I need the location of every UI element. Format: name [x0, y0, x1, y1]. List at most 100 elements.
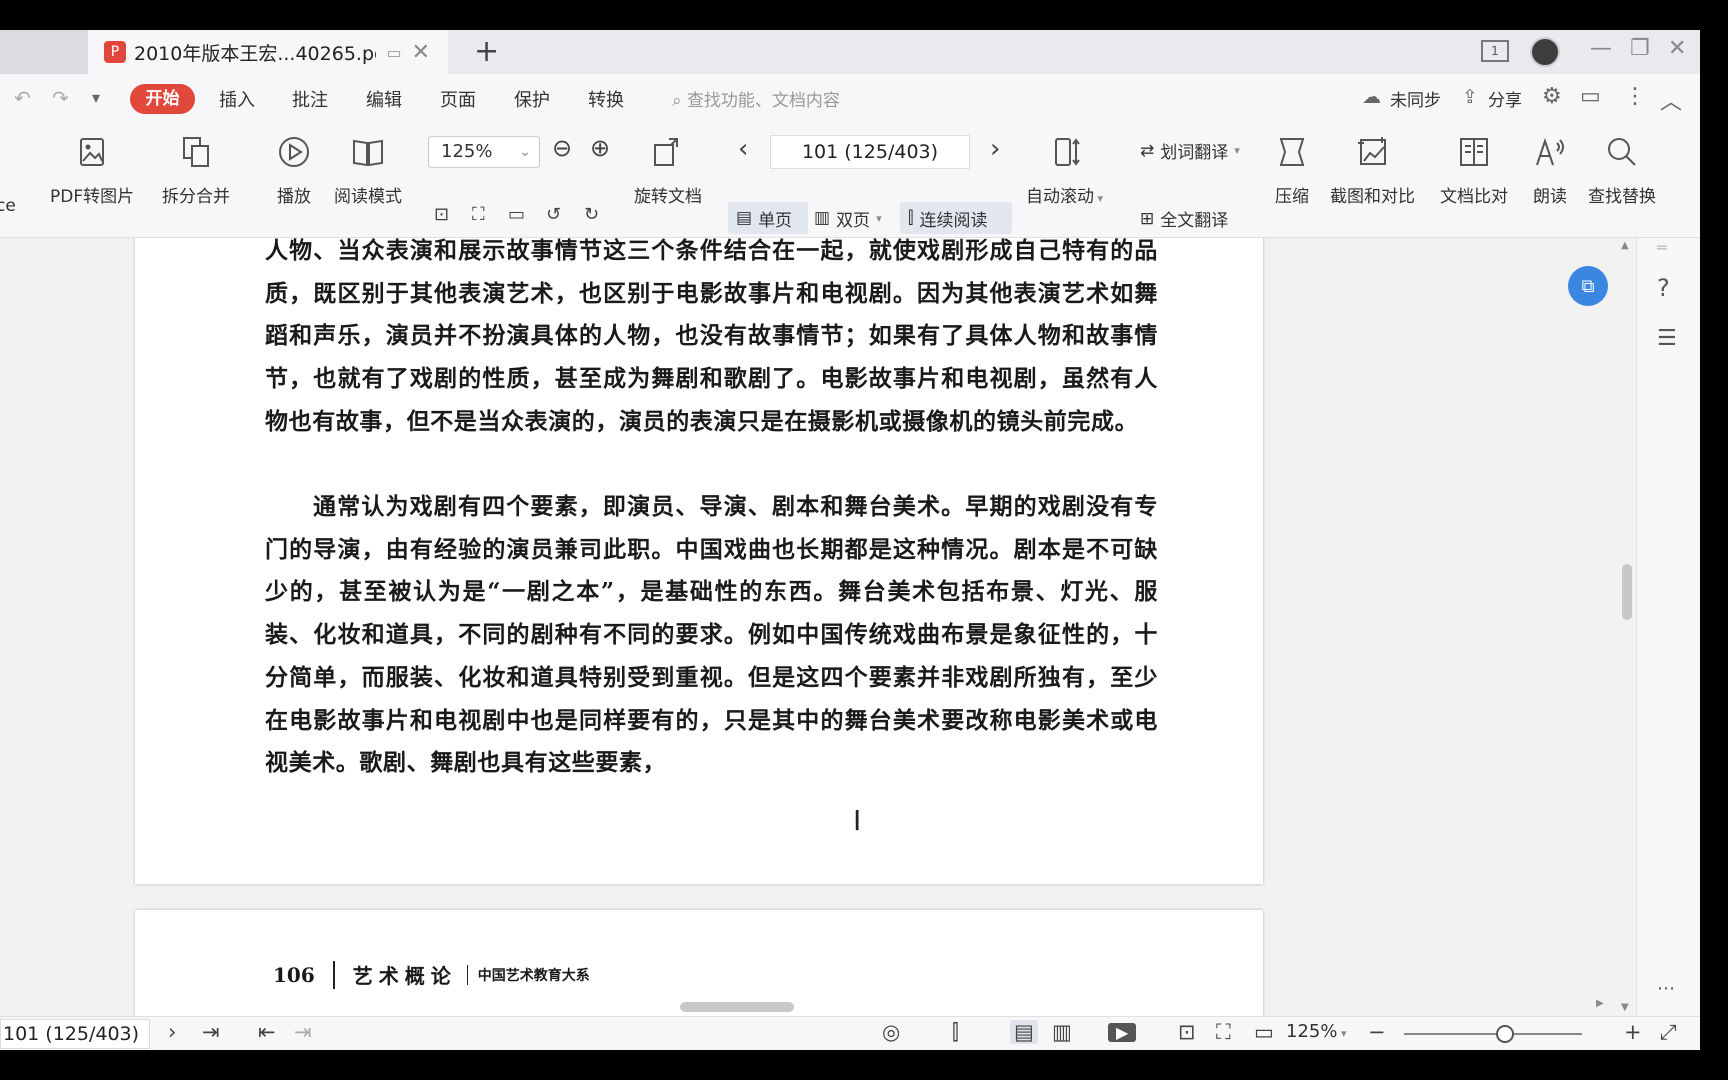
screenshot-compare-button[interactable]: 截图和对比	[1330, 132, 1415, 207]
convert-menu-button[interactable]: ce	[0, 180, 16, 216]
window-count-icon[interactable]: 1	[1481, 40, 1509, 62]
close-window-icon[interactable]: ✕	[1668, 36, 1686, 61]
play-icon[interactable]: ▶	[1108, 1023, 1137, 1042]
more-vertical-icon[interactable]: ⋮	[1624, 84, 1646, 109]
eye-protection-icon[interactable]: ◎	[882, 1020, 900, 1044]
rotate-right-icon[interactable]: ↻	[584, 204, 599, 225]
document-tab[interactable]: P 2010年版本王宏...40265.pdf ▭ ✕	[88, 30, 448, 74]
double-page-icon: ▥	[814, 208, 831, 228]
avatar[interactable]	[1530, 37, 1560, 67]
menu-protect[interactable]: 保护	[514, 86, 550, 112]
fit-page-icon[interactable]: ⛶	[472, 204, 485, 225]
settings-sliders-icon[interactable]: ☰	[1657, 326, 1677, 351]
split-merge-button[interactable]: 拆分合并	[162, 132, 230, 207]
read-aloud-button[interactable]: 朗读	[1530, 132, 1570, 207]
restore-icon[interactable]: ❐	[1630, 36, 1650, 61]
status-zoom[interactable]: 125% ▾	[1286, 1021, 1347, 1042]
auto-scroll-button[interactable]: 自动滚动 ▾	[1026, 132, 1103, 207]
sync-status[interactable]: 未同步	[1390, 86, 1441, 111]
scrollbar-thumb[interactable]	[680, 1002, 794, 1012]
minimize-icon[interactable]: —	[1590, 36, 1612, 61]
rotate-left-icon[interactable]: ↺	[546, 204, 561, 225]
pdf-to-image-button[interactable]: PDF转图片	[50, 132, 134, 207]
zoom-in-icon[interactable]: ⊕	[590, 134, 610, 162]
zoom-out-icon[interactable]: ⊖	[552, 134, 572, 162]
back-icon[interactable]: ⇤	[258, 1020, 276, 1044]
auto-scroll-icon	[1045, 132, 1085, 172]
undo-icon[interactable]: ↶	[14, 86, 31, 110]
comment-icon[interactable]: ▭	[1580, 84, 1601, 109]
next-page-icon[interactable]: ›	[990, 134, 1000, 164]
menu-insert[interactable]: 插入	[219, 86, 255, 112]
full-translate-button[interactable]: ⊞ 全文翻译	[1140, 206, 1228, 232]
zoom-slider[interactable]	[1404, 1033, 1582, 1035]
double-page-icon[interactable]: ▥	[1052, 1020, 1072, 1044]
text-cursor-icon: I	[853, 804, 862, 837]
actual-size-icon[interactable]: ⊡	[434, 204, 449, 225]
word-translate-button[interactable]: ⇄ 划词翻译 ▾	[1140, 138, 1240, 164]
actual-size-icon[interactable]: ⊡	[1178, 1020, 1196, 1044]
chevron-down-icon: ▾	[1234, 144, 1240, 157]
close-tab-icon[interactable]: ✕	[412, 40, 430, 65]
search-input[interactable]: ⌕ 查找功能、文档内容	[672, 86, 840, 111]
floating-toolbar-button[interactable]: ⧉	[1568, 266, 1608, 306]
new-tab-icon[interactable]: +	[474, 34, 499, 69]
prev-page-icon[interactable]: ‹	[738, 134, 748, 164]
redo-icon[interactable]: ↷	[52, 86, 69, 110]
zoom-in-icon[interactable]: +	[1624, 1020, 1642, 1044]
doc-compare-button[interactable]: 文档比对	[1440, 132, 1508, 207]
compress-label: 压缩	[1275, 187, 1309, 207]
home-tab[interactable]	[0, 30, 88, 74]
more-horizontal-icon[interactable]: ⋯	[1657, 978, 1675, 999]
play-button[interactable]: 播放	[274, 132, 314, 207]
single-page-button[interactable]: ▤ 单页	[728, 202, 808, 234]
customize-icon[interactable]: ▾	[92, 88, 100, 107]
status-page-input[interactable]: 101 (125/403)	[0, 1019, 150, 1049]
read-mode-button[interactable]: 阅读模式	[334, 132, 402, 207]
zoom-out-icon[interactable]: −	[1368, 1020, 1386, 1044]
find-replace-button[interactable]: 查找替换	[1588, 132, 1656, 207]
fit-page-icon[interactable]: ⛶	[1216, 1020, 1231, 1045]
read-mode-label: 阅读模式	[334, 187, 402, 207]
continuous-mode-icon[interactable]: ⫿	[952, 1020, 959, 1045]
fit-width-icon[interactable]: ▭	[1254, 1020, 1274, 1044]
scroll-right-icon[interactable]: ▶	[1596, 998, 1604, 1009]
scrollbar-thumb[interactable]	[1622, 564, 1632, 620]
menu-start[interactable]: 开始	[130, 84, 195, 114]
vertical-scrollbar[interactable]: ▲ ▼	[1618, 238, 1636, 1016]
zoom-slider-handle[interactable]	[1496, 1025, 1514, 1043]
full-translate-icon: ⊞	[1140, 208, 1155, 229]
screenshot-compare-label: 截图和对比	[1330, 187, 1415, 207]
page-number-input[interactable]: 101 (125/403)	[770, 135, 970, 169]
auto-scroll-text: 自动滚动	[1026, 187, 1094, 207]
double-page-button[interactable]: ▥ 双页 ▾	[806, 202, 890, 234]
compress-button[interactable]: 压缩	[1272, 132, 1312, 207]
document-viewport[interactable]: 人物、当众表演和展示故事情节这三个条件结合在一起，就使戏剧形成自己特有的品质，既…	[0, 238, 1636, 1016]
zoom-select[interactable]: 125% ⌄	[428, 136, 540, 168]
scroll-up-icon[interactable]: ▲	[1621, 240, 1629, 251]
horizontal-scrollbar[interactable]: ▶	[0, 998, 1618, 1016]
fit-width-icon[interactable]: ▭	[508, 204, 525, 225]
rotate-document-button[interactable]: 旋转文档	[634, 132, 702, 207]
divider	[466, 964, 468, 985]
status-bar: 101 (125/403) › ⇥ ⇤ ⇥ ◎ ⫿ ▤ ▥ ▶ ⊡ ⛶ ▭ 12…	[0, 1016, 1700, 1050]
grip-icon[interactable]: ═	[1657, 238, 1667, 257]
collapse-ribbon-icon[interactable]: ︿	[1660, 84, 1682, 116]
scroll-down-icon[interactable]: ▼	[1621, 1002, 1629, 1013]
forward-icon[interactable]: ⇥	[294, 1020, 312, 1044]
next-page-icon[interactable]: ›	[168, 1020, 176, 1044]
help-icon[interactable]: ?	[1657, 274, 1670, 302]
search-icon	[1602, 132, 1642, 172]
single-page-icon[interactable]: ▤	[1010, 1020, 1038, 1044]
chevron-down-icon: ▾	[876, 211, 882, 225]
menu-page[interactable]: 页面	[440, 86, 476, 112]
share-button[interactable]: 分享	[1488, 86, 1522, 111]
menu-convert[interactable]: 转换	[588, 86, 624, 112]
fullscreen-icon[interactable]: ⤢	[1660, 1020, 1677, 1045]
continuous-read-button[interactable]: ⫿ 连续阅读	[900, 202, 1012, 234]
menu-edit[interactable]: 编辑	[366, 86, 402, 112]
gear-icon[interactable]: ⚙	[1542, 84, 1562, 109]
last-page-icon[interactable]: ⇥	[202, 1020, 220, 1044]
menu-annotate[interactable]: 批注	[292, 86, 328, 112]
pin-icon[interactable]: ▭	[386, 43, 401, 62]
